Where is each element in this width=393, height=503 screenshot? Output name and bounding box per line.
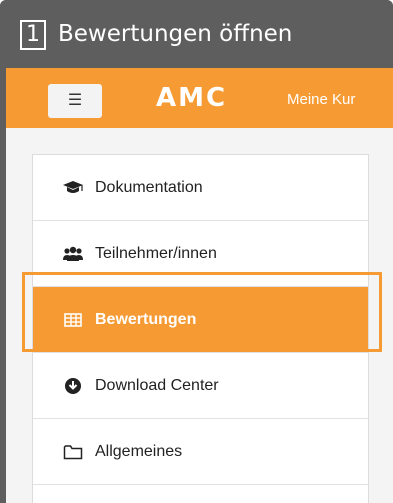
course-sidebar: Dokumentation Teilnehmer/innen Bewertung… xyxy=(32,154,369,503)
sidebar-item-label: Bewertungen xyxy=(95,310,197,328)
folder-icon xyxy=(61,443,85,461)
site-logo[interactable]: AMC xyxy=(156,80,227,116)
sidebar-item-label: Download Center xyxy=(95,376,219,394)
graduation-cap-icon xyxy=(61,179,85,197)
top-navbar: ☰ AMC Meine Kur xyxy=(6,68,393,128)
sidebar-item-download-center[interactable]: Download Center xyxy=(33,353,368,419)
download-circle-icon xyxy=(61,377,85,395)
app-screenshot: ☰ AMC Meine Kur Dokumentation Teilnehmer… xyxy=(6,68,393,503)
sidebar-item-bewertungen[interactable]: Bewertungen xyxy=(33,287,368,353)
table-icon xyxy=(61,311,85,329)
hamburger-menu-button[interactable]: ☰ xyxy=(48,84,102,118)
tutorial-frame: 1 Bewertungen öffnen ☰ AMC Meine Kur Dok… xyxy=(0,0,393,503)
sidebar-item-label: Allgemeines xyxy=(95,442,183,460)
sidebar-item-teilnehmer[interactable]: Teilnehmer/innen xyxy=(33,221,368,287)
sidebar-item-dokumentation[interactable]: Dokumentation xyxy=(33,155,368,221)
sidebar-item-label: Teilnehmer/innen xyxy=(95,244,217,262)
step-title: Bewertungen öffnen xyxy=(58,21,293,47)
users-icon xyxy=(61,245,85,263)
step-number: 1 xyxy=(20,20,46,50)
sidebar-item-label: Dokumentation xyxy=(95,178,203,196)
sidebar-item-allgemeines[interactable]: Allgemeines xyxy=(33,419,368,485)
step-header: 1 Bewertungen öffnen xyxy=(0,0,393,68)
hamburger-icon: ☰ xyxy=(67,92,83,109)
nav-link-my-courses[interactable]: Meine Kur xyxy=(287,88,355,112)
